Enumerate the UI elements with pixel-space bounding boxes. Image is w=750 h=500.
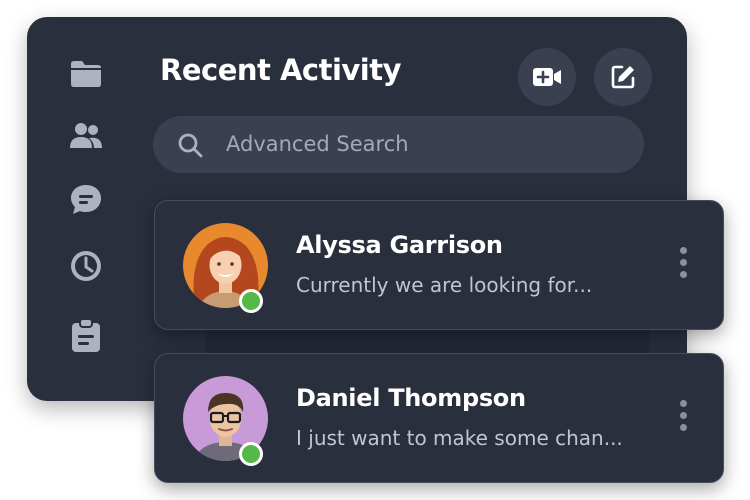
message-preview: Currently we are looking for... [296,273,593,297]
online-status-dot [239,289,263,313]
search-input[interactable]: Advanced Search [226,132,409,156]
message-preview: I just want to make some chan... [296,426,623,450]
contact-name: Daniel Thompson [296,384,526,412]
clock-icon[interactable] [69,249,103,283]
compose-button[interactable] [594,48,652,106]
users-icon[interactable] [69,118,103,152]
video-add-icon [533,68,561,86]
chat-icon[interactable] [69,182,103,216]
more-options-icon[interactable] [678,247,688,283]
conversation-card[interactable]: Alyssa Garrison Currently we are looking… [154,200,724,330]
conversation-card[interactable]: Daniel Thompson I just want to make some… [154,353,724,483]
edit-icon [611,65,635,89]
online-status-dot [239,442,263,466]
folder-icon[interactable] [69,56,103,90]
clipboard-icon[interactable] [69,318,103,352]
search-bar[interactable]: Advanced Search [153,116,644,173]
more-options-icon[interactable] [678,400,688,436]
search-icon [178,133,203,158]
page-title: Recent Activity [160,53,402,87]
contact-name: Alyssa Garrison [296,231,503,259]
video-call-button[interactable] [518,48,576,106]
